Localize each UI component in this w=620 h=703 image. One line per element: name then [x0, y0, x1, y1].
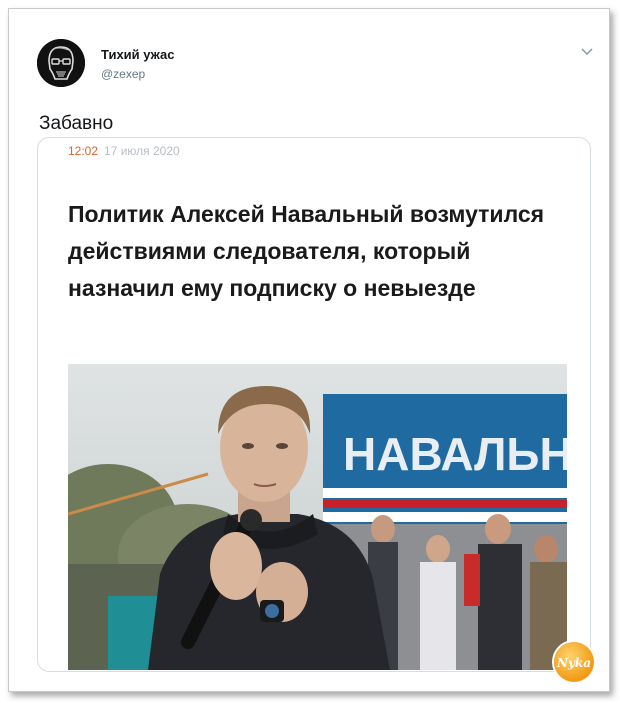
- chevron-down-icon[interactable]: [579, 43, 595, 59]
- user-handle[interactable]: @zexep: [101, 67, 145, 81]
- tweet-screenshot-frame: Тихий ужас @zexep Забавно 12:02 17 июля 2…: [8, 8, 610, 692]
- embedded-article-card[interactable]: 12:02 17 июля 2020 Политик Алексей Наваль…: [37, 137, 591, 672]
- tweet-text: Забавно: [39, 113, 114, 134]
- banner-text: НАВАЛЬН: [343, 428, 567, 480]
- site-logo-watermark: Nyka: [554, 642, 594, 682]
- article-date: 17 июля 2020: [104, 144, 180, 158]
- watermark-text: Nyka: [556, 656, 591, 670]
- article-timestamp: 12:02 17 июля 2020: [68, 144, 180, 158]
- display-name[interactable]: Тихий ужас: [101, 47, 175, 62]
- article-time: 12:02: [68, 144, 99, 158]
- avatar[interactable]: [37, 39, 85, 87]
- avatar-skull-icon: [37, 39, 85, 87]
- article-photo[interactable]: НАВАЛЬН: [68, 364, 567, 670]
- article-headline[interactable]: Политик Алексей Навальный возмутился дей…: [68, 196, 568, 307]
